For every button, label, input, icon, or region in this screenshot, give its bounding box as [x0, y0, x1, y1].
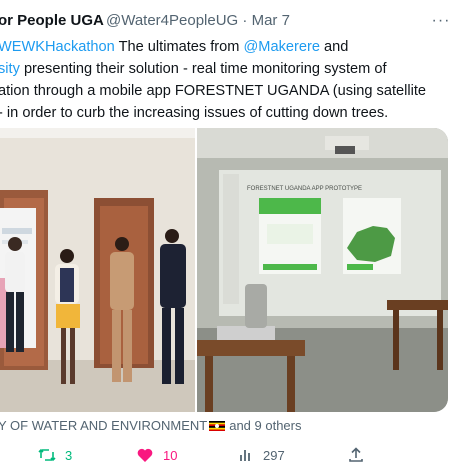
- author-handle[interactable]: @Water4PeopleUG: [106, 12, 238, 29]
- tagged-users[interactable]: Y OF WATER AND ENVIRONMENT and 9 others: [0, 418, 302, 433]
- retweet-button[interactable]: 3: [38, 444, 72, 466]
- media-photo-projector[interactable]: FORESTNET UGANDA APP PROTOTYPE: [197, 128, 448, 412]
- hashtag-link[interactable]: WEWKHackathon: [0, 39, 115, 55]
- screen-title: FORESTNET UGANDA APP PROTOTYPE: [247, 186, 362, 192]
- views-count: 297: [263, 447, 285, 463]
- retweet-count: 3: [65, 447, 73, 463]
- more-icon[interactable]: ···: [430, 12, 452, 32]
- meta-separator: ·: [242, 12, 248, 29]
- team-photo-illustration: [0, 128, 195, 412]
- share-icon: [349, 447, 363, 462]
- tweet-text-segment: and: [319, 39, 349, 55]
- projector-photo-illustration: FORESTNET UGANDA APP PROTOTYPE: [197, 128, 448, 412]
- uganda-flag-icon: [209, 421, 226, 431]
- tweet-line-2: sity presenting their solution - real ti…: [0, 58, 474, 80]
- author-name[interactable]: or People UGA: [0, 12, 104, 29]
- views-icon: [240, 450, 250, 461]
- tagged-others[interactable]: and 9 others: [229, 418, 301, 433]
- views-button[interactable]: 297: [238, 444, 285, 466]
- tweet-header: or People UGA @Water4PeopleUG · Mar 7 ··…: [0, 12, 476, 32]
- media-photo-team[interactable]: [0, 128, 195, 412]
- tweet-line-1: WEWKHackathon The ultimates from @Makere…: [0, 36, 474, 58]
- tweet-media[interactable]: FORESTNET UGANDA APP PROTOTYPE: [0, 128, 448, 412]
- tagged-org[interactable]: Y OF WATER AND ENVIRONMENT: [0, 418, 207, 433]
- retweet-icon: [38, 448, 56, 462]
- mention-university-link[interactable]: sity: [0, 61, 20, 77]
- author-meta: @Water4PeopleUG · Mar 7: [106, 12, 290, 29]
- like-count: 10: [163, 447, 178, 463]
- tweet-date[interactable]: Mar 7: [252, 12, 290, 29]
- tweet-line-3: ation through a mobile app FORESTNET UGA…: [0, 83, 427, 99]
- tweet-line-4: - in order to curb the increasing issues…: [0, 105, 389, 121]
- share-button[interactable]: [348, 444, 364, 466]
- mention-makerere-link[interactable]: @Makerere: [243, 39, 319, 55]
- tweet-text: WEWKHackathon The ultimates from @Makere…: [0, 36, 474, 124]
- tweet-text-segment: The ultimates from: [114, 39, 244, 55]
- like-button[interactable]: 10: [136, 444, 177, 466]
- tweet-text-segment: presenting their solution - real time mo…: [19, 61, 387, 77]
- tweet-actions: 3 10 297: [0, 444, 476, 466]
- heart-icon: [137, 448, 153, 462]
